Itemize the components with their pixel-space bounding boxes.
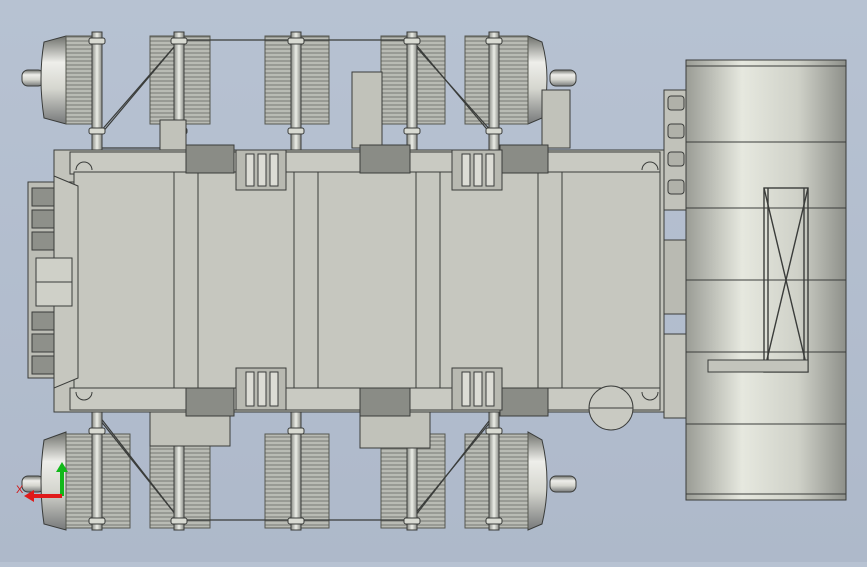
bottom-right-radiator-drum: [527, 431, 577, 531]
lifting-lug: [235, 149, 287, 191]
top-left-bracket: [159, 119, 187, 151]
top-right-bracket: [541, 89, 571, 149]
bottom-bracket: [359, 411, 431, 449]
bottom-bracket: [149, 411, 231, 447]
cad-viewport[interactable]: X: [0, 0, 867, 562]
bottom-left-radiator-drum: [21, 431, 67, 531]
top-conservator-mount: [351, 71, 383, 149]
lifting-lug: [451, 149, 503, 191]
triad-x-label: X: [16, 484, 24, 496]
left-terminal-box: [27, 175, 79, 389]
lifting-lug: [451, 367, 503, 411]
top-left-radiator-drum: [21, 35, 67, 125]
lifting-lug: [235, 367, 287, 411]
conservator-tank: [663, 59, 847, 501]
tank-cover: [73, 171, 661, 389]
assembly-drawing: X: [16, 31, 847, 531]
main-tank: [53, 144, 665, 431]
